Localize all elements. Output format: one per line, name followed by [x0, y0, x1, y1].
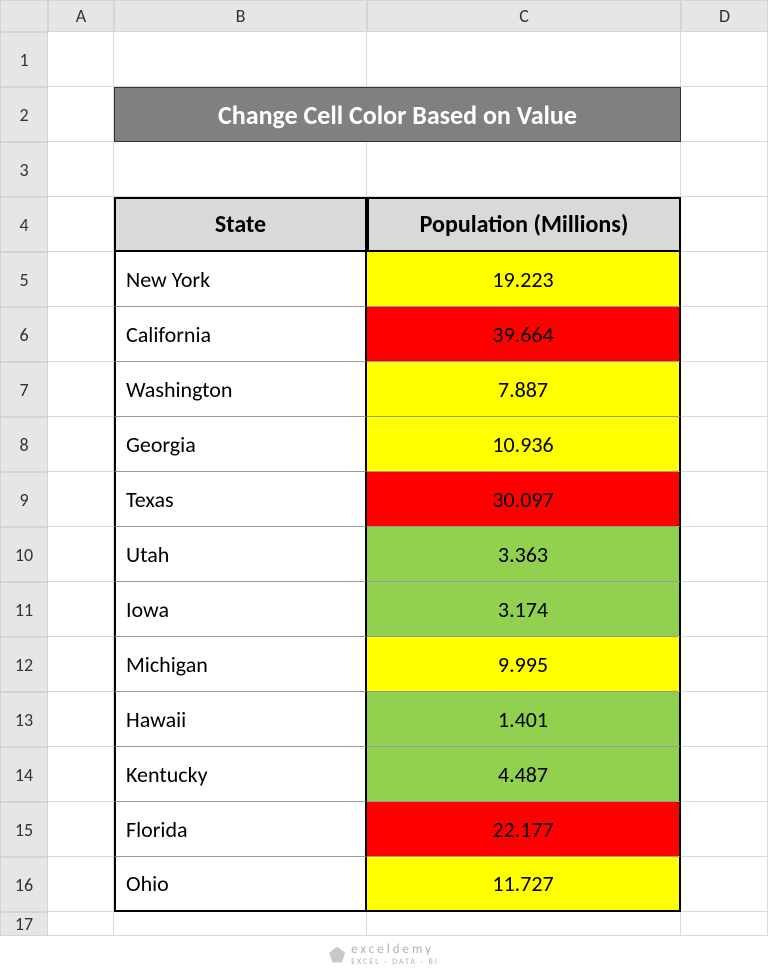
row-header-7[interactable]: 7: [0, 362, 48, 417]
table-row[interactable]: 3.363: [367, 527, 681, 582]
cell-D15[interactable]: [681, 802, 768, 857]
cell-A11[interactable]: [48, 582, 114, 637]
cell-C1[interactable]: [367, 32, 681, 87]
table-row[interactable]: 10.936: [367, 417, 681, 472]
table-row[interactable]: Kentucky: [114, 747, 367, 802]
cell-D2[interactable]: [681, 87, 768, 142]
cell-A12[interactable]: [48, 637, 114, 692]
table-row[interactable]: 7.887: [367, 362, 681, 417]
table-row[interactable]: Michigan: [114, 637, 367, 692]
table-row[interactable]: 30.097: [367, 472, 681, 527]
row-header-15[interactable]: 15: [0, 802, 48, 857]
cell-A4[interactable]: [48, 197, 114, 252]
cell-D17[interactable]: [681, 912, 768, 936]
table-header-pop[interactable]: Population (Millions): [367, 197, 681, 252]
col-header-A[interactable]: A: [48, 0, 114, 32]
row-header-14[interactable]: 14: [0, 747, 48, 802]
select-all-corner[interactable]: [0, 0, 48, 32]
table-row[interactable]: 22.177: [367, 802, 681, 857]
watermark-tag: EXCEL · DATA · BI: [351, 957, 439, 967]
cell-D8[interactable]: [681, 417, 768, 472]
cell-D9[interactable]: [681, 472, 768, 527]
cell-D7[interactable]: [681, 362, 768, 417]
table-row[interactable]: 3.174: [367, 582, 681, 637]
cell-A14[interactable]: [48, 747, 114, 802]
row-header-8[interactable]: 8: [0, 417, 48, 472]
col-header-B[interactable]: B: [114, 0, 367, 32]
table-row[interactable]: 39.664: [367, 307, 681, 362]
cell-B3[interactable]: [114, 142, 367, 197]
row-header-16[interactable]: 16: [0, 857, 48, 912]
cell-D5[interactable]: [681, 252, 768, 307]
table-row[interactable]: 11.727: [367, 857, 681, 912]
row-header-1[interactable]: 1: [0, 32, 48, 87]
cell-D13[interactable]: [681, 692, 768, 747]
cell-D10[interactable]: [681, 527, 768, 582]
table-row[interactable]: Georgia: [114, 417, 367, 472]
cell-A17[interactable]: [48, 912, 114, 936]
cell-D1[interactable]: [681, 32, 768, 87]
col-header-C[interactable]: C: [367, 0, 681, 32]
watermark: exceldemy EXCEL · DATA · BI: [329, 942, 439, 967]
table-row[interactable]: Utah: [114, 527, 367, 582]
cell-A6[interactable]: [48, 307, 114, 362]
row-header-6[interactable]: 6: [0, 307, 48, 362]
cell-A2[interactable]: [48, 87, 114, 142]
cell-D11[interactable]: [681, 582, 768, 637]
table-row[interactable]: 19.223: [367, 252, 681, 307]
table-row[interactable]: 1.401: [367, 692, 681, 747]
table-row[interactable]: Washington: [114, 362, 367, 417]
cell-A8[interactable]: [48, 417, 114, 472]
table-row[interactable]: New York: [114, 252, 367, 307]
cell-A5[interactable]: [48, 252, 114, 307]
row-header-4[interactable]: 4: [0, 197, 48, 252]
col-header-D[interactable]: D: [681, 0, 768, 32]
row-header-11[interactable]: 11: [0, 582, 48, 637]
cell-D14[interactable]: [681, 747, 768, 802]
cell-D16[interactable]: [681, 857, 768, 912]
cell-A16[interactable]: [48, 857, 114, 912]
row-header-9[interactable]: 9: [0, 472, 48, 527]
cell-D3[interactable]: [681, 142, 768, 197]
table-row[interactable]: Texas: [114, 472, 367, 527]
row-header-10[interactable]: 10: [0, 527, 48, 582]
table-row[interactable]: Florida: [114, 802, 367, 857]
cell-B17[interactable]: [114, 912, 367, 936]
cell-C17[interactable]: [367, 912, 681, 936]
watermark-brand: exceldemy: [351, 942, 434, 957]
cell-A15[interactable]: [48, 802, 114, 857]
table-row[interactable]: California: [114, 307, 367, 362]
cell-A9[interactable]: [48, 472, 114, 527]
cell-D12[interactable]: [681, 637, 768, 692]
row-header-12[interactable]: 12: [0, 637, 48, 692]
table-row[interactable]: 4.487: [367, 747, 681, 802]
cell-A3[interactable]: [48, 142, 114, 197]
cell-A13[interactable]: [48, 692, 114, 747]
row-header-17[interactable]: 17: [0, 912, 48, 936]
row-header-3[interactable]: 3: [0, 142, 48, 197]
row-header-2[interactable]: 2: [0, 87, 48, 142]
row-header-5[interactable]: 5: [0, 252, 48, 307]
cell-C3[interactable]: [367, 142, 681, 197]
cell-D4[interactable]: [681, 197, 768, 252]
table-header-state[interactable]: State: [114, 197, 367, 252]
table-row[interactable]: Iowa: [114, 582, 367, 637]
title-banner[interactable]: Change Cell Color Based on Value: [114, 87, 681, 142]
logo-icon: [329, 947, 345, 963]
table-row[interactable]: Ohio: [114, 857, 367, 912]
cell-A1[interactable]: [48, 32, 114, 87]
cell-A7[interactable]: [48, 362, 114, 417]
spreadsheet-grid: A B C D 1 2 Change Cell Color Based on V…: [0, 0, 768, 936]
cell-D6[interactable]: [681, 307, 768, 362]
cell-A10[interactable]: [48, 527, 114, 582]
table-row[interactable]: Hawaii: [114, 692, 367, 747]
table-row[interactable]: 9.995: [367, 637, 681, 692]
row-header-13[interactable]: 13: [0, 692, 48, 747]
cell-B1[interactable]: [114, 32, 367, 87]
